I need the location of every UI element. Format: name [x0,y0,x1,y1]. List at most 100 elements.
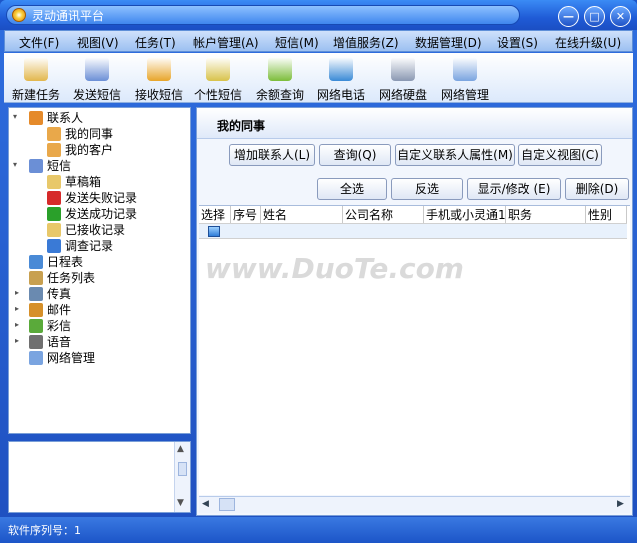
receive-sms-icon [147,57,171,81]
tree-item-fax[interactable]: 传真 [29,285,71,301]
menu-bar: 文件(F) 视图(V) 任务(T) 帐户管理(A) 短信(M) 增值服务(Z) … [4,30,633,52]
network-phone-label: 网络电话 [316,88,365,102]
new-task-label: 新建任务 [11,88,60,102]
content-title: 我的同事 [217,119,266,133]
tree-item-network[interactable]: 网络管理 [29,349,95,365]
voice-icon [29,334,43,349]
expand-icon[interactable]: ▸ [15,320,19,329]
survey-icon [47,238,61,253]
balance-query-button[interactable]: 余额查询 [249,57,311,103]
column-header[interactable]: 姓名 [261,206,343,223]
tree-item-contacts[interactable]: 联系人 [29,109,83,125]
tree-item-colleagues[interactable]: 我的同事 [47,125,113,141]
table-row[interactable] [199,223,627,239]
tree-label: 发送成功记录 [65,207,138,221]
send-sms-label: 发送短信 [72,88,121,102]
query-button[interactable]: 查询(Q) [319,144,391,166]
tree-item-survey[interactable]: 调查记录 [47,237,113,253]
network-manage-label: 网络管理 [440,88,489,102]
sms-folder-icon [29,158,43,173]
expand-icon[interactable]: ▸ [15,336,19,345]
tree-label: 联系人 [47,111,84,125]
tree-label: 语音 [47,335,72,349]
custom-sms-icon [206,57,230,81]
menu-task[interactable]: 任务(T) [135,34,176,51]
menu-data[interactable]: 数据管理(D) [415,34,482,51]
draft-icon [47,174,61,189]
column-header[interactable]: 选择 [199,206,231,223]
vertical-scrollbar[interactable]: ▲ ▼ [174,442,190,512]
send-sms-button[interactable]: 发送短信 [66,57,128,103]
custom-sms-label: 个性短信 [193,88,242,102]
title-bar[interactable]: 灵动通讯平台 — □ ✕ [0,0,637,30]
network-disk-button[interactable]: 网络硬盘 [372,57,434,103]
scroll-thumb[interactable] [178,462,187,476]
expand-icon[interactable]: ▸ [15,288,19,297]
menu-settings[interactable]: 设置(S) [497,34,538,51]
scroll-left-icon[interactable]: ◀ [202,499,209,509]
show-edit-button[interactable]: 显示/修改 (E) [467,178,561,200]
minimize-button[interactable]: — [558,6,579,27]
disk-icon [391,57,415,81]
scroll-thumb[interactable] [219,498,235,511]
add-contact-button[interactable]: 增加联系人(L) [229,144,315,166]
tree-item-voice[interactable]: 语音 [29,333,71,349]
column-header[interactable]: 职务 [506,206,586,223]
tree-item-received[interactable]: 已接收记录 [47,221,125,237]
person-icon [47,126,61,141]
network-manage-button[interactable]: 网络管理 [434,57,496,103]
tree-item-drafts[interactable]: 草稿箱 [47,173,101,189]
network-icon [29,350,43,365]
receive-sms-button[interactable]: 接收短信 [128,57,190,103]
row-select-checkbox[interactable] [208,226,220,237]
tree-item-sms[interactable]: 短信 [29,157,71,173]
mail-icon [29,302,43,317]
column-header[interactable]: 公司名称 [343,206,424,223]
network-phone-button[interactable]: 网络电话 [310,57,372,103]
custom-attr-button[interactable]: 自定义联系人属性(M) [395,144,515,166]
horizontal-scrollbar[interactable]: ◀ ▶ [199,496,630,513]
delete-button[interactable]: 删除(D) [565,178,629,200]
menu-value-added[interactable]: 增值服务(Z) [333,34,399,51]
close-button[interactable]: ✕ [610,6,631,27]
scroll-right-icon[interactable]: ▶ [617,499,624,509]
scroll-down-icon[interactable]: ▼ [177,498,184,508]
content-panel: 我的同事 增加联系人(L) 查询(Q) 自定义联系人属性(M) 自定义视图(C)… [196,107,633,516]
collapse-icon[interactable]: ▾ [13,160,17,169]
mms-icon [29,318,43,333]
custom-sms-button[interactable]: 个性短信 [187,57,249,103]
tree-item-mail[interactable]: 邮件 [29,301,71,317]
tree-label: 网络管理 [47,351,96,365]
collapse-icon[interactable]: ▾ [13,112,17,121]
person-icon [47,142,61,157]
menu-account[interactable]: 帐户管理(A) [193,34,259,51]
invert-selection-button[interactable]: 反选 [391,178,463,200]
fax-icon [29,286,43,301]
menu-view[interactable]: 视图(V) [77,34,119,51]
tree-item-mms[interactable]: 彩信 [29,317,71,333]
tree-label: 彩信 [47,319,72,333]
new-task-button[interactable]: 新建任务 [5,57,67,103]
navigation-tree: ▾ 联系人 我的同事 我的客户 ▾ 短信 草稿箱 发送失败记录 发送成功记录 已… [8,107,191,434]
column-header[interactable]: 序号 [231,206,261,223]
fail-icon [47,190,61,205]
tree-item-calendar[interactable]: 日程表 [29,253,83,269]
tree-item-send-failed[interactable]: 发送失败记录 [47,189,137,205]
app-logo-icon [12,8,26,22]
tree-item-send-success[interactable]: 发送成功记录 [47,205,137,221]
balance-query-label: 余额查询 [255,88,304,102]
tree-label: 调查记录 [65,239,114,253]
column-header[interactable]: 手机或小灵通1 [424,206,506,223]
menu-sms[interactable]: 短信(M) [275,34,319,51]
maximize-button[interactable]: □ [584,6,605,27]
column-header[interactable]: 性别 [586,206,627,223]
tree-item-customers[interactable]: 我的客户 [47,141,113,157]
scroll-up-icon[interactable]: ▲ [177,444,184,454]
select-all-button[interactable]: 全选 [317,178,387,200]
expand-icon[interactable]: ▸ [15,304,19,313]
menu-update[interactable]: 在线升级(U) [555,34,621,51]
tree-item-tasklist[interactable]: 任务列表 [29,269,95,285]
tree-label: 发送失败记录 [65,191,138,205]
menu-file[interactable]: 文件(F) [19,34,59,51]
custom-view-button[interactable]: 自定义视图(C) [518,144,602,166]
